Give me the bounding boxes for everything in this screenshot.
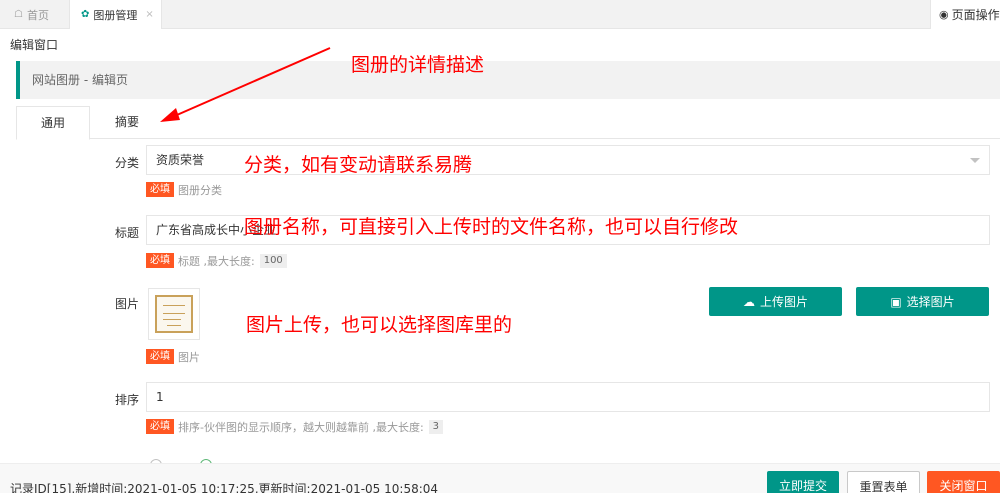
annotation-summary: 图册的详情描述 [351, 54, 485, 76]
sort-hint: 必填 排序-伙伴图的显示顺序，越大则越靠前 ,最大长度: 3 [146, 419, 444, 434]
upload-image-label: 上传图片 [759, 295, 808, 309]
category-value: 资质荣誉 [156, 153, 205, 167]
image-icon: ▣ [890, 294, 902, 309]
required-badge: 必填 [146, 253, 174, 268]
sort-hint-text: 排序-伙伴图的显示顺序，越大则越靠前 ,最大长度: [178, 420, 424, 434]
record-info: 记录ID[15],新增时间:2021-01-05 10:17:25,更新时间:2… [10, 482, 439, 493]
sort-label: 排序 [115, 393, 140, 407]
required-badge: 必填 [146, 182, 174, 197]
required-badge: 必填 [146, 349, 174, 364]
title-hint-text: 标题 ,最大长度: [178, 254, 255, 268]
breadcrumb: 网站图册 - 编辑页 [32, 73, 128, 87]
annotation-image: 图片上传，也可以选择图库里的 [246, 314, 513, 336]
image-thumbnail[interactable] [148, 288, 200, 340]
close-window-button[interactable]: 关闭窗口 [927, 471, 1000, 493]
image-label: 图片 [115, 297, 140, 311]
home-icon: ☖ [14, 9, 23, 20]
annotation-title: 图册名称，可直接引入上传时的文件名称，也可以自行修改 [244, 216, 739, 238]
title-hint: 必填 标题 ,最大长度: 100 [146, 253, 287, 268]
tab-home-label: 首页 [26, 8, 49, 22]
submit-button[interactable]: 立即提交 [767, 471, 839, 493]
tab-bar: ☖ 首页 ✿ 图册管理 × ◉ 页面操作 [0, 0, 1000, 29]
title-label: 标题 [115, 226, 140, 240]
upload-image-button[interactable]: ☁ 上传图片 [709, 287, 842, 316]
tab-home[interactable]: ☖ 首页 [0, 0, 70, 29]
target-icon: ◉ [939, 8, 949, 21]
tab-album-label: 图册管理 [93, 8, 138, 22]
tab-close-icon[interactable]: × [145, 9, 153, 20]
max-length-badge: 3 [428, 419, 444, 434]
sort-value: 1 [156, 390, 164, 404]
chevron-down-icon [970, 158, 980, 163]
choose-image-label: 选择图片 [906, 295, 955, 309]
certificate-image [155, 295, 193, 333]
page-operations-button[interactable]: ◉ 页面操作 [930, 0, 1000, 29]
category-hint: 必填 图册分类 [146, 182, 222, 197]
category-hint-text: 图册分类 [178, 183, 222, 197]
page-operations-label: 页面操作 [951, 8, 1000, 22]
form-tabs: 通用 摘要 [16, 106, 1000, 140]
choose-image-button[interactable]: ▣ 选择图片 [856, 287, 989, 316]
image-hint-text: 图片 [178, 350, 200, 364]
cloud-upload-icon: ☁ [742, 294, 755, 309]
image-hint: 必填 图片 [146, 349, 200, 364]
required-badge: 必填 [146, 419, 174, 434]
gear-icon: ✿ [81, 9, 90, 20]
breadcrumb-bar: 网站图册 - 编辑页 [16, 61, 1000, 99]
reset-button[interactable]: 重置表单 [847, 471, 920, 493]
window-title: 编辑窗口 [10, 38, 59, 52]
max-length-badge: 100 [259, 253, 287, 268]
annotation-category: 分类，如有变动请联系易腾 [244, 154, 473, 176]
tab-album-management[interactable]: ✿ 图册管理 × [70, 0, 162, 29]
tab-summary[interactable]: 摘要 [112, 106, 142, 139]
tab-general[interactable]: 通用 [16, 106, 90, 140]
sort-input[interactable]: 1 [146, 382, 990, 412]
category-label: 分类 [115, 156, 140, 170]
